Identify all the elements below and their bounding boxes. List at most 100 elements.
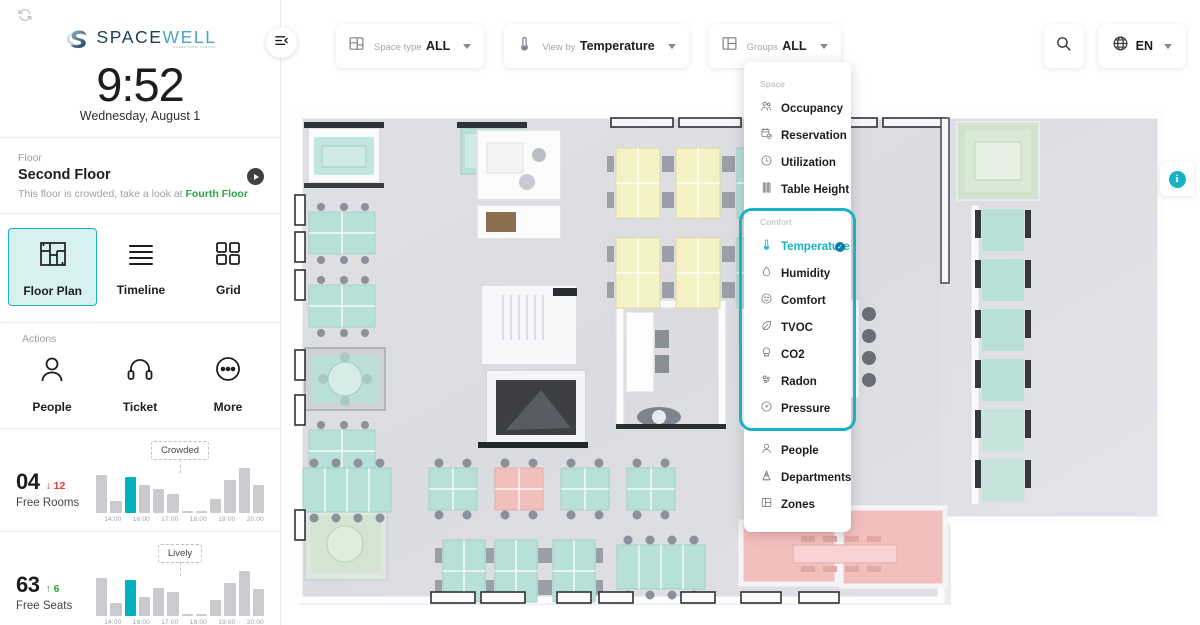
- smiley-icon: [760, 292, 773, 310]
- info-button[interactable]: i: [1160, 162, 1194, 196]
- chart-bar[interactable]: [224, 480, 236, 514]
- menu-item-label: Departments: [781, 471, 852, 484]
- chart-bar[interactable]: [167, 592, 179, 617]
- menu-item-radon[interactable]: Radon: [744, 368, 851, 395]
- menu-item-humidity[interactable]: Humidity: [744, 260, 851, 287]
- chart-tick-label: 20:00: [246, 619, 264, 625]
- floor-hint-link[interactable]: Fourth Floor: [186, 188, 248, 200]
- check-icon: ✓: [835, 241, 845, 252]
- menu-item-label: Humidity: [781, 267, 831, 280]
- floor-section[interactable]: Floor Second Floor This floor is crowded…: [0, 138, 280, 215]
- chart-free-rooms: Crowded 14:00 16:00 17:00 18:00 19:00 20:00: [96, 441, 264, 523]
- chart-tick-label: [210, 516, 215, 523]
- action-people[interactable]: People: [8, 353, 96, 414]
- chart-bar[interactable]: [110, 500, 122, 514]
- menu-item-label: Reservation: [781, 129, 847, 142]
- menu-item-utilization[interactable]: Utilization: [744, 149, 851, 176]
- chart-bar[interactable]: [181, 511, 193, 514]
- chart-bar[interactable]: [252, 484, 264, 514]
- view-by-dropdown[interactable]: View by Temperature: [504, 24, 689, 68]
- chart-bar[interactable]: [124, 476, 136, 514]
- menu-item-temperature[interactable]: Temperature ✓: [744, 233, 851, 260]
- menu-item-co2[interactable]: CO2: [744, 341, 851, 368]
- chevron-down-icon[interactable]: [1164, 43, 1172, 49]
- chart-bar[interactable]: [138, 597, 150, 617]
- gauge-icon: [760, 400, 773, 418]
- chart-tick-label: [125, 516, 130, 523]
- chart-bar[interactable]: [238, 467, 250, 514]
- reservation-icon: [760, 127, 773, 145]
- chart-bar[interactable]: [167, 494, 179, 514]
- stat-free-seats-summary: 63 ↑ 6 Free Seats: [16, 572, 88, 625]
- menu-item-zones[interactable]: Zones: [744, 491, 851, 518]
- menu-item-departments[interactable]: Departments: [744, 464, 851, 491]
- chart-bar[interactable]: [138, 484, 150, 514]
- view-by-menu[interactable]: Space Occupancy Reservation Utilization Tabl…: [739, 62, 856, 532]
- groups-icon: [721, 35, 738, 57]
- chart-bar[interactable]: [96, 474, 108, 514]
- space-type-value: ALL: [426, 39, 451, 53]
- chevron-down-icon[interactable]: [463, 43, 472, 49]
- action-more[interactable]: More: [184, 353, 272, 414]
- floor-plan-canvas[interactable]: [281, 0, 1200, 625]
- chart-bar[interactable]: [195, 511, 207, 514]
- chart-tick-label: 14:00: [104, 516, 122, 524]
- chart-bar[interactable]: [110, 602, 122, 617]
- headset-icon: [124, 353, 156, 390]
- view-mode-grid[interactable]: Grid: [185, 228, 272, 306]
- chart-bar[interactable]: [181, 614, 193, 617]
- chart-tick-label: [96, 516, 101, 523]
- chevron-down-icon[interactable]: [667, 43, 676, 49]
- chart-bar[interactable]: [96, 577, 108, 617]
- menu-item-pressure[interactable]: Pressure: [744, 395, 851, 422]
- groups-value: ALL: [782, 39, 807, 53]
- brand-wordmark: SPACEWELL A NEMETSCHEK COMPANY: [96, 26, 217, 50]
- action-more-label: More: [213, 400, 243, 415]
- action-ticket[interactable]: Ticket: [96, 353, 184, 414]
- menu-item-comfort[interactable]: Comfort: [744, 287, 851, 314]
- menu-item-label: Table Height: [781, 183, 850, 196]
- groups-text: Groups ALL: [747, 37, 807, 55]
- chart-tick-label: 17:00: [161, 516, 179, 524]
- menu-item-table-height[interactable]: Table Height: [744, 176, 851, 203]
- chart-bar[interactable]: [238, 570, 250, 617]
- chart-bar[interactable]: [153, 489, 165, 514]
- search-button[interactable]: [1043, 24, 1084, 68]
- menu-group-comfort: Comfort Temperature ✓ Humidity Comfort TVOC CO…: [739, 208, 856, 431]
- stat-free-rooms-delta: ↓ 12: [45, 480, 66, 493]
- refresh-icon[interactable]: [18, 8, 32, 22]
- floor-hint-prefix: This floor is crowded, take a look at: [18, 188, 186, 201]
- leaf-icon: [760, 319, 773, 337]
- space-type-label: Space type: [374, 42, 422, 53]
- menu-item-people[interactable]: People: [744, 437, 851, 464]
- menu-item-tvoc[interactable]: TVOC: [744, 314, 851, 341]
- table-height-icon: [760, 181, 773, 199]
- refresh-row: [0, 0, 280, 22]
- grid-icon: [212, 237, 244, 274]
- chart-tick-label: [153, 516, 158, 523]
- occupancy-icon: [760, 100, 773, 118]
- chart-bar[interactable]: [252, 589, 264, 617]
- menu-item-reservation[interactable]: Reservation: [744, 122, 851, 149]
- chart-bar[interactable]: [224, 583, 236, 617]
- view-mode-timeline[interactable]: Timeline: [97, 228, 184, 306]
- space-type-dropdown[interactable]: Space type ALL: [336, 24, 485, 68]
- chart-bar[interactable]: [210, 600, 222, 617]
- action-people-label: People: [32, 400, 72, 415]
- chart-tick-label: 18:00: [189, 516, 207, 524]
- brand-part2: WELL: [162, 26, 217, 47]
- chart-bar[interactable]: [195, 614, 207, 617]
- menu-item-label: Occupancy: [781, 102, 843, 115]
- chart-bar[interactable]: [124, 579, 136, 617]
- chart-tick-label: 16:00: [132, 619, 150, 625]
- language-selector[interactable]: EN: [1097, 24, 1186, 68]
- view-mode-floor-plan[interactable]: Floor Plan: [8, 228, 98, 307]
- chart-free-rooms-badge: Crowded: [150, 441, 210, 461]
- chart-bar[interactable]: [210, 498, 222, 514]
- chart-bar[interactable]: [153, 587, 165, 617]
- stat-free-rooms-value-row: 04 ↓ 12: [16, 469, 88, 495]
- chevron-down-icon[interactable]: [819, 43, 828, 49]
- menu-item-occupancy[interactable]: Occupancy: [744, 95, 851, 122]
- sidebar-collapse-button[interactable]: [266, 27, 297, 58]
- chart-tick-label: [182, 516, 187, 523]
